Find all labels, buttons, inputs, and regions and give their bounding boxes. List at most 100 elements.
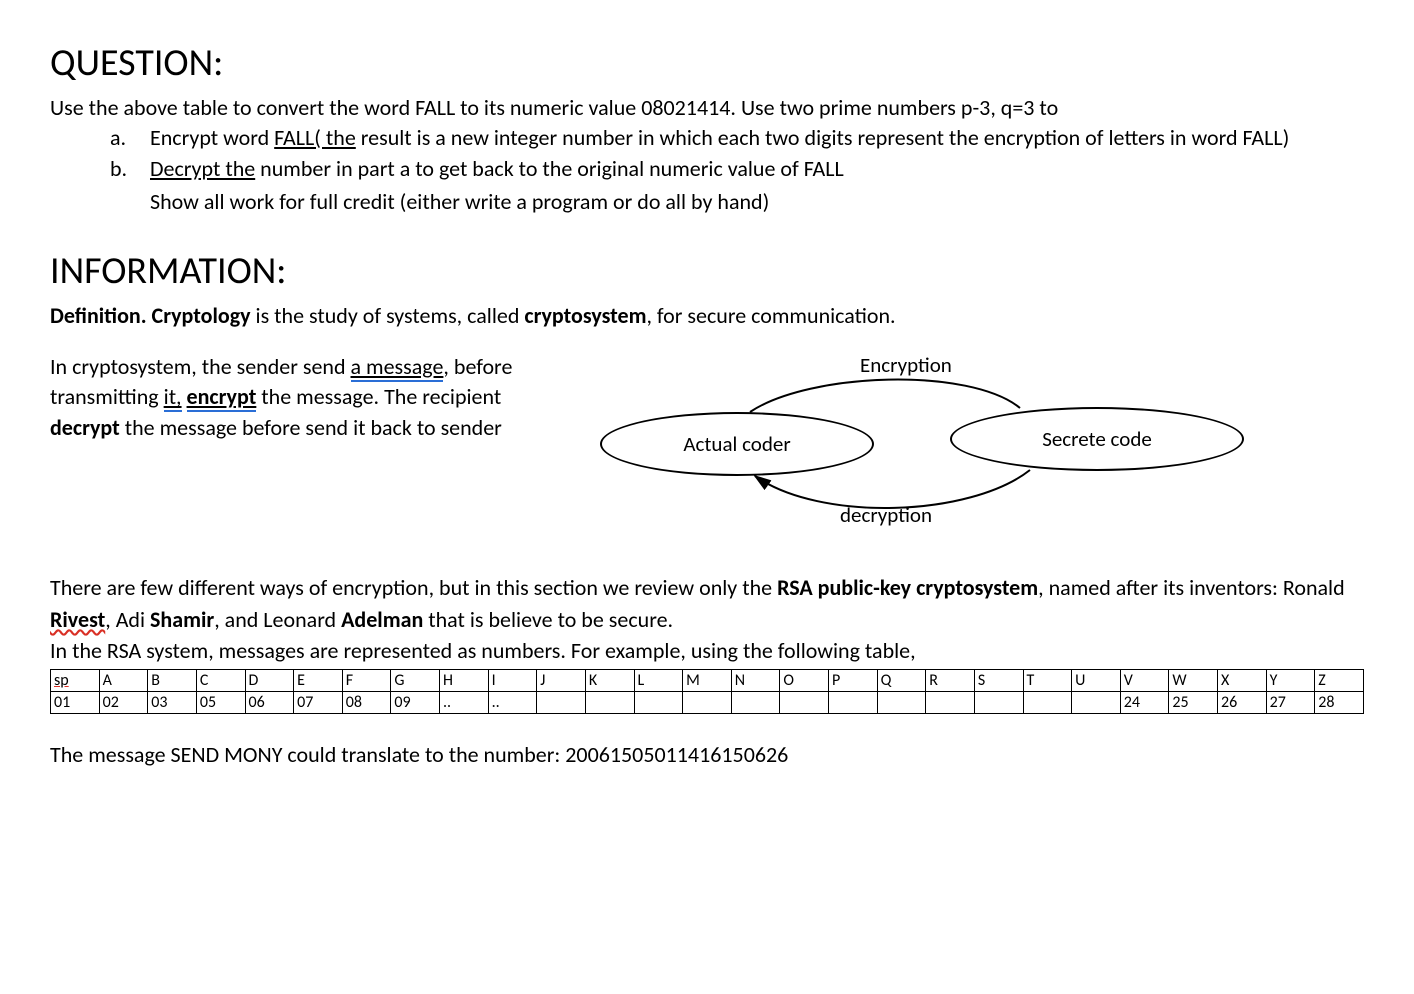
table-cell: E <box>294 670 343 692</box>
adelman-word: Adelman <box>341 606 423 633</box>
table-cell: 03 <box>148 692 197 714</box>
question-item-a: a. Encrypt word FALL( the result is a ne… <box>110 124 1364 151</box>
table-cell: Z <box>1315 670 1364 692</box>
table-cell: U <box>1072 670 1121 692</box>
text: Secrete code <box>1042 426 1152 452</box>
table-cell: R <box>926 670 975 692</box>
table-cell <box>683 692 732 714</box>
diagram-label-encryption: Encryption <box>860 352 952 378</box>
table-cell <box>926 692 975 714</box>
table-cell: S <box>974 670 1023 692</box>
text: the message before send it back to sende… <box>120 414 502 441</box>
table-cell: G <box>391 670 440 692</box>
table-cell: W <box>1169 670 1218 692</box>
underlined-text: FALL( the <box>274 124 356 151</box>
text: In cryptosystem, the sender send <box>50 353 351 380</box>
rsa-table-intro: In the RSA system, messages are represen… <box>50 635 1364 667</box>
diagram-label-decryption: decryption <box>840 502 932 528</box>
letter-table: spABCDEFGHIJKLMNOPQRSTUVWXYZ 01020305060… <box>50 669 1364 714</box>
table-cell <box>974 692 1023 714</box>
table-cell: O <box>780 670 829 692</box>
table-cell: A <box>99 670 148 692</box>
rivest-word: Rivest <box>50 606 105 633</box>
table-cell: N <box>731 670 780 692</box>
text: , and Leonard <box>214 606 341 633</box>
example-line: The message SEND MONY could translate to… <box>50 739 1364 771</box>
table-cell <box>634 692 683 714</box>
table-cell: 28 <box>1315 692 1364 714</box>
text: , named after its inventors: Ronald <box>1038 574 1345 601</box>
table-cell: X <box>1218 670 1267 692</box>
table-cell <box>585 692 634 714</box>
table-cell: 06 <box>245 692 294 714</box>
table-row: 0102030506070809....2425262728 <box>51 692 1364 714</box>
item-body: Decrypt the number in part a to get back… <box>150 155 844 182</box>
table-cell: D <box>245 670 294 692</box>
question-list: a. Encrypt word FALL( the result is a ne… <box>50 124 1364 182</box>
table-cell: J <box>537 670 586 692</box>
def-term: Definition. Cryptology <box>50 302 251 329</box>
table-cell: K <box>585 670 634 692</box>
text: result is a new integer number in which … <box>356 124 1289 151</box>
table-cell <box>537 692 586 714</box>
table-cell: L <box>634 670 683 692</box>
table-cell: P <box>829 670 878 692</box>
crypto-diagram: Encryption Actual coder Secrete code dec… <box>590 352 1364 542</box>
encrypt-word: encrypt <box>187 383 257 412</box>
question-subnote: Show all work for full credit (either wr… <box>50 186 1364 218</box>
diagram-oval-secrete-code: Secrete code <box>950 407 1244 471</box>
diagram-oval-actual-coder: Actual coder <box>600 412 874 476</box>
rsa-paragraph: There are few different ways of encrypti… <box>50 572 1364 636</box>
table-cell <box>780 692 829 714</box>
crypto-paragraph: In cryptosystem, the sender send a messa… <box>50 352 550 444</box>
definition-line: Definition. Cryptology is the study of s… <box>50 300 1364 332</box>
text <box>182 383 187 410</box>
info-row: In cryptosystem, the sender send a messa… <box>50 352 1364 542</box>
table-cell: sp <box>51 670 100 692</box>
table-cell: V <box>1120 670 1169 692</box>
item-marker: a. <box>110 124 150 151</box>
text: Encrypt word <box>150 124 274 151</box>
text: is the study of systems, called <box>251 302 525 329</box>
item-body: Encrypt word FALL( the result is a new i… <box>150 124 1289 151</box>
underlined-text: Decrypt the <box>150 155 255 182</box>
table-cell: 01 <box>51 692 100 714</box>
text: There are few different ways of encrypti… <box>50 574 777 601</box>
table-cell: .. <box>488 692 537 714</box>
table-cell: 26 <box>1218 692 1267 714</box>
table-cell: M <box>683 670 732 692</box>
table-cell: Q <box>877 670 926 692</box>
table-cell: 08 <box>342 692 391 714</box>
table-cell: Y <box>1266 670 1315 692</box>
text: that is believe to be secure. <box>423 606 673 633</box>
table-cell: 02 <box>99 692 148 714</box>
table-cell: 09 <box>391 692 440 714</box>
shamir-word: Shamir <box>150 606 214 633</box>
text: number in part a to get back to the orig… <box>255 155 844 182</box>
table-cell: I <box>488 670 537 692</box>
question-intro: Use the above table to convert the word … <box>50 92 1364 124</box>
information-heading: INFORMATION: <box>50 248 1364 294</box>
def-bold: cryptosystem <box>524 302 646 329</box>
question-heading: QUESTION: <box>50 40 1364 86</box>
table-cell: T <box>1023 670 1072 692</box>
table-cell <box>877 692 926 714</box>
rsa-name: RSA public-key cryptosystem <box>777 574 1038 601</box>
table-cell: 27 <box>1266 692 1315 714</box>
table-cell: H <box>440 670 489 692</box>
table-cell: B <box>148 670 197 692</box>
decrypt-word: decrypt <box>50 414 120 441</box>
table-cell: F <box>342 670 391 692</box>
table-cell: C <box>196 670 245 692</box>
item-marker: b. <box>110 155 150 182</box>
spellcheck-word: it, <box>164 383 182 412</box>
table-cell <box>829 692 878 714</box>
table-cell: 24 <box>1120 692 1169 714</box>
table-cell <box>1023 692 1072 714</box>
text: Actual coder <box>683 431 790 457</box>
table-cell <box>1072 692 1121 714</box>
text: , for secure communication. <box>646 302 895 329</box>
table-cell: 07 <box>294 692 343 714</box>
spellcheck-word: a message <box>351 353 444 382</box>
question-item-b: b. Decrypt the number in part a to get b… <box>110 155 1364 182</box>
